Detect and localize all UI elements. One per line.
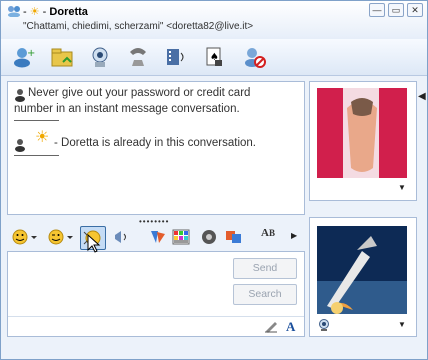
mouse-cursor-icon	[87, 234, 101, 253]
compose-panel: Send Search A	[7, 251, 305, 337]
contact-status-icon	[15, 89, 25, 102]
minimize-button[interactable]: —	[369, 3, 385, 17]
picture-menu-chevron-icon[interactable]: ▼	[398, 183, 406, 192]
messenger-buddy-icon	[8, 6, 20, 17]
more-chevron-icon[interactable]: ▶	[291, 231, 297, 240]
window-title: - ☀ - Doretta	[23, 6, 88, 18]
maximize-button[interactable]: ▭	[388, 3, 404, 17]
own-picture-menu-chevron-icon[interactable]: ▼	[398, 320, 406, 329]
wink-icon[interactable]	[47, 228, 77, 246]
send-button[interactable]: Send	[233, 258, 297, 279]
share-media-icon[interactable]	[163, 44, 189, 70]
conversation-history[interactable]: Never give out your password or credit c…	[7, 81, 305, 215]
own-display-picture[interactable]	[317, 226, 407, 314]
sun-emoticon-icon: ☀	[29, 6, 40, 18]
compose-divider	[8, 316, 304, 317]
svg-text:+: +	[27, 48, 35, 59]
voice-clip-icon[interactable]	[111, 228, 133, 246]
send-files-icon[interactable]	[49, 44, 75, 70]
separator	[14, 120, 59, 121]
video-call-icon[interactable]	[87, 44, 113, 70]
contact-status-message: "Chattami, chiedimi, scherzami" <doretta…	[23, 21, 254, 32]
sounds-icon[interactable]	[199, 228, 221, 246]
security-warning-line2: number in an instant message conversatio…	[14, 103, 240, 115]
chat-window: - ☀ - Doretta "Chattami, chiedimi, scher…	[0, 0, 428, 360]
color-grid-icon[interactable]	[171, 228, 191, 246]
contact-display-picture-frame: ▼	[309, 81, 417, 201]
contact-name: Doretta	[49, 6, 88, 18]
title-separator: -	[23, 6, 27, 18]
themes-icon[interactable]	[223, 228, 245, 246]
collapse-panel-icon[interactable]: ◀	[418, 91, 426, 102]
font-style-icon[interactable]: A	[286, 319, 295, 335]
presence-notice: - Doretta is already in this conversatio…	[54, 137, 256, 149]
contact-status-icon	[15, 139, 25, 152]
security-warning-line1: Never give out your password or credit c…	[28, 87, 251, 99]
handwriting-icon[interactable]	[264, 319, 278, 333]
emoticon-icon[interactable]	[11, 228, 41, 246]
block-contact-icon[interactable]	[241, 44, 267, 70]
sun-emoticon-icon: ☀	[35, 129, 50, 146]
phone-call-icon[interactable]	[125, 44, 151, 70]
games-icon[interactable]: ♠	[201, 44, 227, 70]
title-bar: - ☀ - Doretta "Chattami, chiedimi, scher…	[1, 1, 427, 39]
invite-contact-icon[interactable]: +	[11, 44, 37, 70]
contact-display-picture[interactable]	[317, 88, 407, 178]
separator	[14, 155, 59, 156]
font-size-icon[interactable]: AB	[261, 227, 275, 245]
message-input[interactable]	[12, 256, 222, 316]
action-toolbar: + ♠	[1, 39, 427, 76]
background-icon[interactable]	[147, 228, 169, 246]
own-display-picture-frame: ▼	[309, 217, 417, 337]
format-toolbar: AB ▶	[7, 225, 303, 250]
window-controls: — ▭ ✕	[369, 3, 423, 17]
close-button[interactable]: ✕	[407, 3, 423, 17]
search-button[interactable]: Search	[233, 284, 297, 305]
webcam-icon[interactable]	[318, 318, 330, 332]
